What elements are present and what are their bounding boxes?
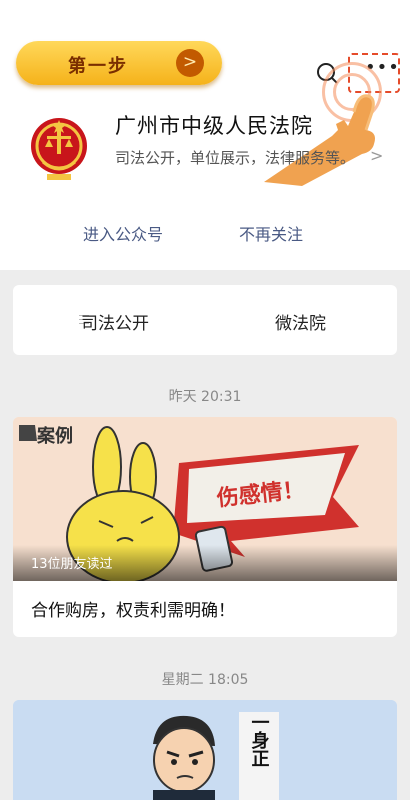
thumb-vertical-text: 一身正 <box>249 713 270 767</box>
article-card[interactable]: 一身正 <box>13 700 397 800</box>
court-emblem-logo <box>31 118 87 180</box>
menu-tab-micro-court[interactable]: 微法院 <box>275 309 326 334</box>
tutorial-step-label: 第一步 <box>68 56 128 77</box>
article-thumbnail[interactable]: 案例 伤感情！ 13位朋友读过 <box>13 417 397 581</box>
unfollow-button[interactable]: 不再关注 <box>239 221 303 245</box>
article-thumbnail[interactable]: 一身正 <box>13 700 397 800</box>
message-timestamp: 星期二 18:05 <box>161 672 249 688</box>
account-menu: 司法公开 微法院 <box>13 285 397 355</box>
account-name: 广州市中级人民法院 <box>115 114 313 138</box>
account-header: 第一步 > ••• 广州市中级人民法院 司法公开，单位展示，法律服务等。 > 进… <box>0 0 410 270</box>
thumb-tag-text: 案例 <box>36 425 73 447</box>
judge-illustration: 一身正 <box>13 700 397 800</box>
chevron-right-icon[interactable]: > <box>370 146 383 165</box>
friends-read-count: 13位朋友读过 <box>31 557 113 572</box>
enter-account-button[interactable]: 进入公众号 <box>83 221 163 245</box>
menu-tab-judicial-disclosure[interactable]: 司法公开 <box>81 309 149 334</box>
chevron-right-icon: > <box>176 49 204 77</box>
article-headline[interactable]: 合作购房，权责利需明确！ <box>31 596 235 621</box>
message-timestamp: 昨天 20:31 <box>168 389 242 405</box>
tutorial-step-badge: 第一步 > <box>16 41 222 85</box>
article-card[interactable]: 案例 伤感情！ 13位朋友读过 合作购房，权责利需明确！ <box>13 417 397 637</box>
account-description[interactable]: 司法公开，单位展示，法律服务等。 <box>115 147 355 168</box>
